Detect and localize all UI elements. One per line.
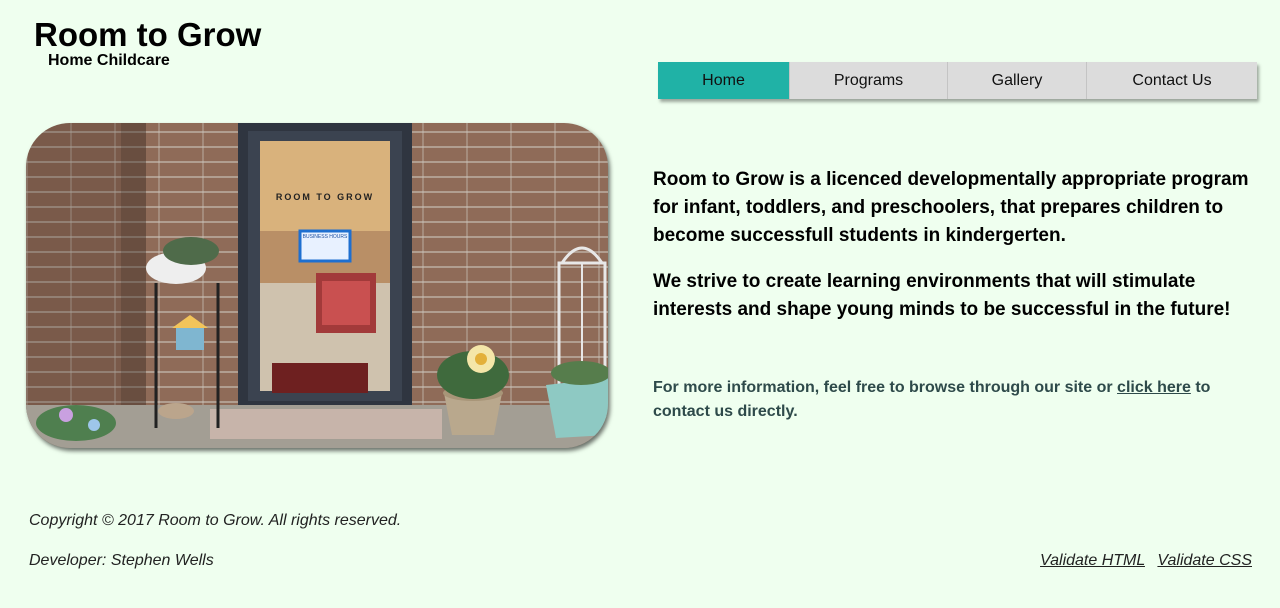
intro-text: Room to Grow is a licenced developmental… — [653, 166, 1253, 342]
developer-credit: Developer: Stephen Wells — [29, 552, 214, 569]
info-text-before: For more information, feel free to brows… — [653, 379, 1118, 396]
nav-contact-us[interactable]: Contact Us — [1087, 62, 1257, 99]
door-lettering: ROOM TO GROW — [276, 192, 374, 202]
nav-home[interactable]: Home — [658, 62, 790, 99]
main-nav: Home Programs Gallery Contact Us — [658, 62, 1257, 99]
entrance-photo: BUSINESS HOURS ROOM TO GROW — [26, 123, 608, 448]
validate-css-link[interactable]: Validate CSS — [1157, 552, 1252, 569]
page: Room to Grow Home Childcare Home Program… — [0, 0, 1280, 608]
door-sign-text: BUSINESS HOURS — [303, 234, 348, 240]
site-subtitle: Home Childcare — [48, 52, 170, 69]
intro-paragraph-2: We strive to create learning environment… — [653, 271, 1231, 320]
nav-programs[interactable]: Programs — [790, 62, 948, 99]
site-title: Room to Grow — [34, 16, 262, 53]
nav-gallery[interactable]: Gallery — [948, 62, 1087, 99]
entrance-photo-art: BUSINESS HOURS ROOM TO GROW — [26, 123, 608, 448]
contact-info-text: For more information, feel free to brows… — [653, 376, 1253, 424]
intro-paragraph-1: Room to Grow is a licenced developmental… — [653, 169, 1249, 246]
validator-links: Validate HTML Validate CSS — [1032, 552, 1252, 570]
copyright-text: Copyright © 2017 Room to Grow. All right… — [29, 512, 402, 529]
validate-html-link[interactable]: Validate HTML — [1040, 552, 1145, 569]
click-here-link[interactable]: click here — [1117, 379, 1191, 396]
